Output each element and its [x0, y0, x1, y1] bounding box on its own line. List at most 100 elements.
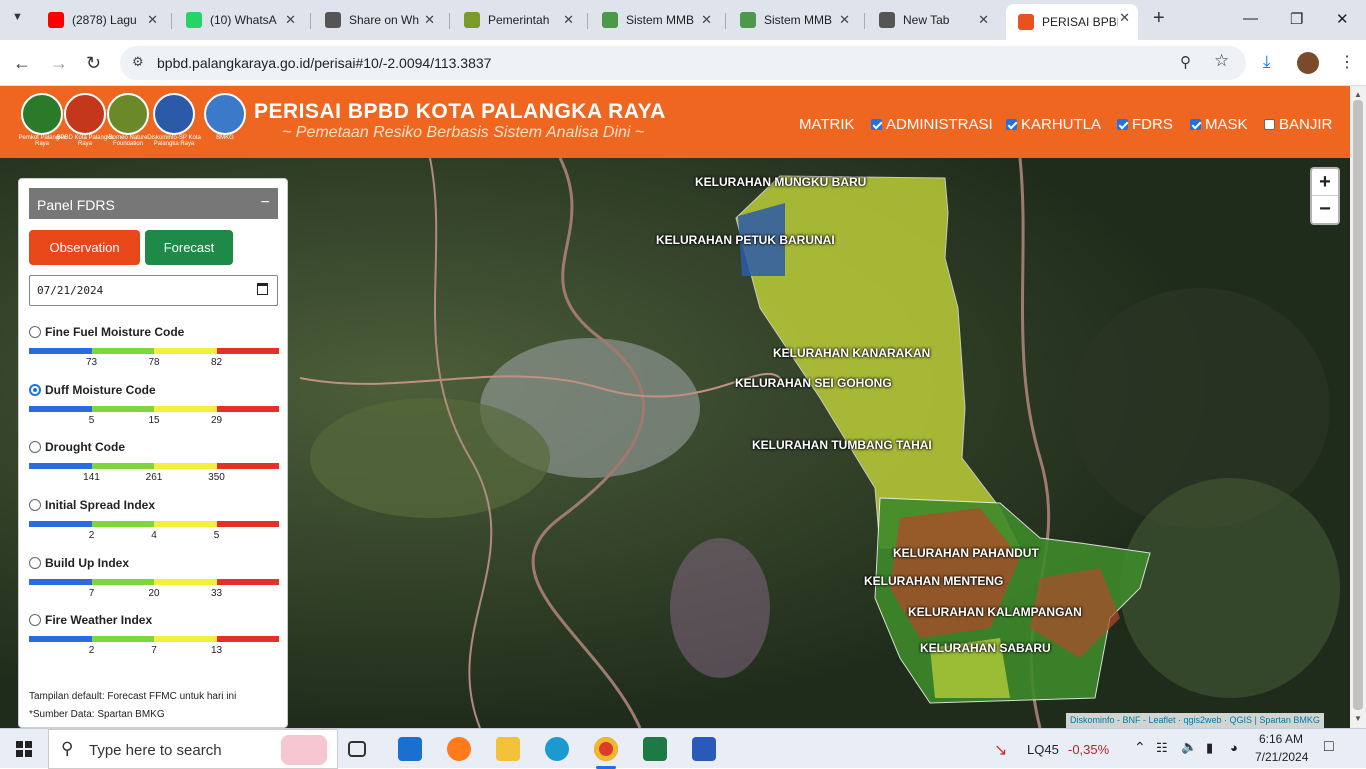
- index-radio[interactable]: [29, 614, 41, 626]
- menu-item-banjir[interactable]: BANJIR: [1264, 116, 1332, 133]
- threshold-label: 78: [148, 357, 160, 368]
- browser-tab[interactable]: (2878) Lagu ✕: [36, 6, 166, 34]
- forecast-button[interactable]: Forecast: [145, 230, 233, 265]
- browser-menu-icon[interactable]: ⋮: [1339, 52, 1355, 72]
- chrome-icon[interactable]: [594, 737, 618, 761]
- index-name: Initial Spread Index: [45, 498, 156, 512]
- index-radio[interactable]: [29, 326, 41, 338]
- fdrs-index-option[interactable]: Build Up Index 7 20 33: [29, 556, 279, 599]
- minimize-window-icon[interactable]: —: [1243, 10, 1258, 27]
- edge-icon[interactable]: [545, 737, 569, 761]
- firefox-icon[interactable]: [447, 737, 471, 761]
- browser-tab[interactable]: New Tab ✕: [867, 6, 997, 34]
- layer-checkbox[interactable]: [1264, 119, 1275, 130]
- notification-icon[interactable]: □: [1324, 738, 1334, 756]
- word-icon[interactable]: [692, 737, 716, 761]
- menu-item-matrik[interactable]: MATRIK: [799, 116, 855, 133]
- layer-checkbox[interactable]: [871, 119, 882, 130]
- map-attribution[interactable]: Diskominfo - BNF - Leaflet · qgis2web · …: [1066, 713, 1324, 728]
- close-tab-icon[interactable]: ✕: [285, 12, 296, 28]
- tab-title: New Tab: [903, 13, 950, 27]
- forward-icon[interactable]: →: [50, 53, 68, 74]
- network-icon[interactable]: ☷: [1156, 740, 1168, 756]
- menu-item-mask[interactable]: MASK: [1190, 116, 1248, 133]
- close-tab-icon[interactable]: ✕: [1119, 10, 1130, 26]
- restore-window-icon[interactable]: ❐: [1290, 10, 1303, 28]
- partner-logo: [107, 93, 149, 135]
- threshold-label: 141: [83, 472, 100, 483]
- stock-name[interactable]: LQ45: [1027, 742, 1059, 757]
- kelurahan-label: KELURAHAN KANARAKAN: [773, 346, 931, 360]
- browser-tab[interactable]: Sistem MMB ✕: [590, 6, 720, 34]
- url-text[interactable]: bpbd.palangkaraya.go.id/perisai#10/-2.00…: [157, 55, 491, 71]
- threshold-label: 33: [210, 588, 223, 599]
- fdrs-index-option[interactable]: Initial Spread Index 2 4 5: [29, 498, 279, 541]
- menu-item-administrasi[interactable]: ADMINISTRASI: [871, 116, 993, 133]
- zoom-magnifier-icon[interactable]: ⚲: [1180, 53, 1191, 71]
- site-info-icon[interactable]: ⚙: [132, 54, 144, 70]
- site-subtitle: ~ Pemetaan Resiko Berbasis Sistem Analis…: [282, 124, 645, 141]
- stock-change[interactable]: -0,35%: [1068, 742, 1109, 757]
- close-tab-icon[interactable]: ✕: [563, 12, 574, 28]
- calendar-icon[interactable]: [257, 283, 268, 295]
- layer-checkbox[interactable]: [1117, 119, 1128, 130]
- profile-avatar[interactable]: [1297, 52, 1319, 74]
- download-icon[interactable]: ⤓: [1263, 52, 1271, 72]
- task-view-icon[interactable]: [348, 741, 366, 757]
- panel-title: Panel FDRS: [37, 197, 115, 213]
- observation-button[interactable]: Observation: [29, 230, 140, 265]
- browser-tab[interactable]: Sistem MMB ✕: [728, 6, 858, 34]
- kelurahan-label: KELURAHAN SEI GOHONG: [735, 376, 892, 390]
- close-tab-icon[interactable]: ✕: [424, 12, 435, 28]
- mail-icon[interactable]: [398, 737, 422, 761]
- close-tab-icon[interactable]: ✕: [978, 12, 989, 28]
- back-icon[interactable]: ←: [13, 53, 31, 74]
- page-scrollbar[interactable]: ▲ ▼: [1350, 86, 1366, 728]
- zoom-in-button[interactable]: +: [1312, 169, 1338, 196]
- index-radio[interactable]: [29, 499, 41, 511]
- fdrs-index-option[interactable]: Fine Fuel Moisture Code 73 78 82: [29, 325, 279, 368]
- new-tab-button[interactable]: +: [1153, 7, 1165, 30]
- excel-icon[interactable]: [643, 737, 667, 761]
- clock-time[interactable]: 6:16 AM: [1259, 732, 1303, 746]
- index-radio[interactable]: [29, 384, 41, 396]
- bookmark-star-icon[interactable]: ☆: [1214, 51, 1229, 71]
- index-radio[interactable]: [29, 441, 41, 453]
- fdrs-index-option[interactable]: Fire Weather Index 2 7 13: [29, 613, 279, 656]
- kelurahan-label: KELURAHAN TUMBANG TAHAI: [752, 438, 932, 452]
- wifi-icon[interactable]: ◕: [1230, 740, 1238, 755]
- tab-title: Sistem MMB: [626, 13, 695, 27]
- file-explorer-icon[interactable]: [496, 737, 520, 761]
- volume-icon[interactable]: 🔈: [1181, 739, 1197, 755]
- browser-tab[interactable]: PERISAI BPBD ✕: [1006, 4, 1138, 40]
- close-tab-icon[interactable]: ✕: [839, 12, 850, 28]
- browser-tab[interactable]: Pemerintah ✕: [452, 6, 582, 34]
- close-tab-icon[interactable]: ✕: [147, 12, 158, 28]
- reload-icon[interactable]: ↻: [86, 53, 101, 74]
- layer-checkbox[interactable]: [1190, 119, 1201, 130]
- clock-date[interactable]: 7/21/2024: [1255, 750, 1308, 764]
- layer-checkbox[interactable]: [1006, 119, 1017, 130]
- menu-item-fdrs[interactable]: FDRS: [1117, 116, 1173, 133]
- browser-tab[interactable]: (10) WhatsA ✕: [174, 6, 304, 34]
- windows-start-icon[interactable]: [16, 741, 32, 757]
- date-input[interactable]: 07/21/2024: [29, 275, 278, 306]
- threshold-label: 2: [88, 645, 95, 656]
- stock-chart-icon[interactable]: ↘: [994, 740, 1007, 760]
- tab-search-icon[interactable]: ▼: [12, 11, 23, 23]
- menu-item-karhutla[interactable]: KARHUTLA: [1006, 116, 1101, 133]
- zoom-out-button[interactable]: −: [1312, 196, 1338, 223]
- tray-overflow-icon[interactable]: ⌃: [1134, 739, 1146, 756]
- browser-tab[interactable]: Share on Wh ✕: [313, 6, 443, 34]
- close-window-icon[interactable]: ✕: [1336, 10, 1349, 28]
- index-radio[interactable]: [29, 557, 41, 569]
- address-bar[interactable]: ⚙ bpbd.palangkaraya.go.id/perisai#10/-2.…: [120, 46, 1246, 80]
- taskbar-search-box[interactable]: ⚲ Type here to search: [48, 729, 338, 769]
- panel-minimize-button[interactable]: −: [261, 194, 270, 212]
- threshold-label: 7: [151, 645, 157, 656]
- fdrs-index-option[interactable]: Duff Moisture Code 5 15 29: [29, 383, 279, 426]
- threshold-label: 13: [210, 645, 223, 656]
- close-tab-icon[interactable]: ✕: [701, 12, 712, 28]
- battery-icon[interactable]: ▮: [1206, 740, 1213, 756]
- fdrs-index-option[interactable]: Drought Code 141 261 350: [29, 440, 279, 483]
